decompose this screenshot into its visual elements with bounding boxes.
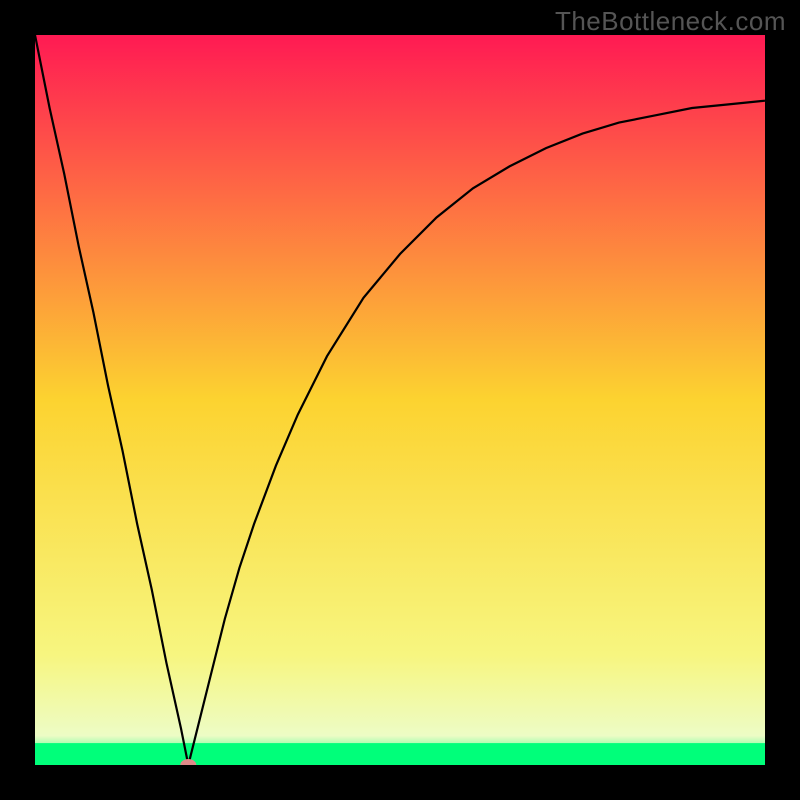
green-band bbox=[35, 743, 765, 765]
chart-frame: TheBottleneck.com bbox=[0, 0, 800, 800]
gradient-background bbox=[35, 35, 765, 765]
bottleneck-chart bbox=[35, 35, 765, 765]
plot-area bbox=[35, 35, 765, 765]
watermark-label: TheBottleneck.com bbox=[555, 6, 786, 37]
